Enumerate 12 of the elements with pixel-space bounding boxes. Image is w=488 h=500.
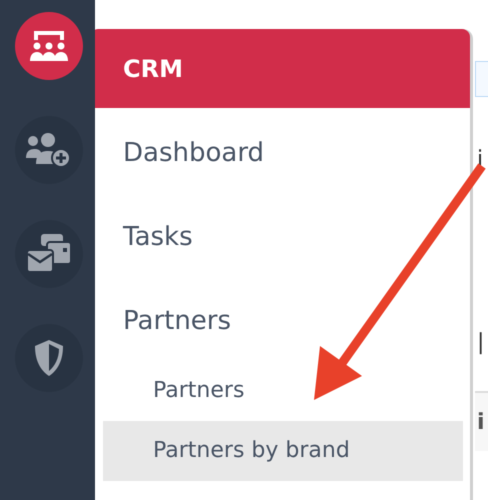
input-field[interactable] bbox=[475, 61, 488, 97]
submenu-item[interactable]: Partners bbox=[95, 361, 244, 421]
add-user-icon bbox=[26, 132, 72, 168]
menu-item[interactable]: Tasks bbox=[95, 219, 193, 303]
background-text: | bbox=[476, 330, 486, 355]
menu-title: CRM bbox=[123, 54, 183, 82]
team-presentation-icon bbox=[30, 29, 68, 63]
submenu-item[interactable]: Partners by brand bbox=[103, 421, 463, 481]
shield-icon bbox=[32, 339, 64, 377]
column-header: i bbox=[477, 410, 485, 434]
menu-item[interactable]: Dashboard bbox=[95, 135, 264, 219]
envelope-cards-icon bbox=[26, 234, 70, 274]
